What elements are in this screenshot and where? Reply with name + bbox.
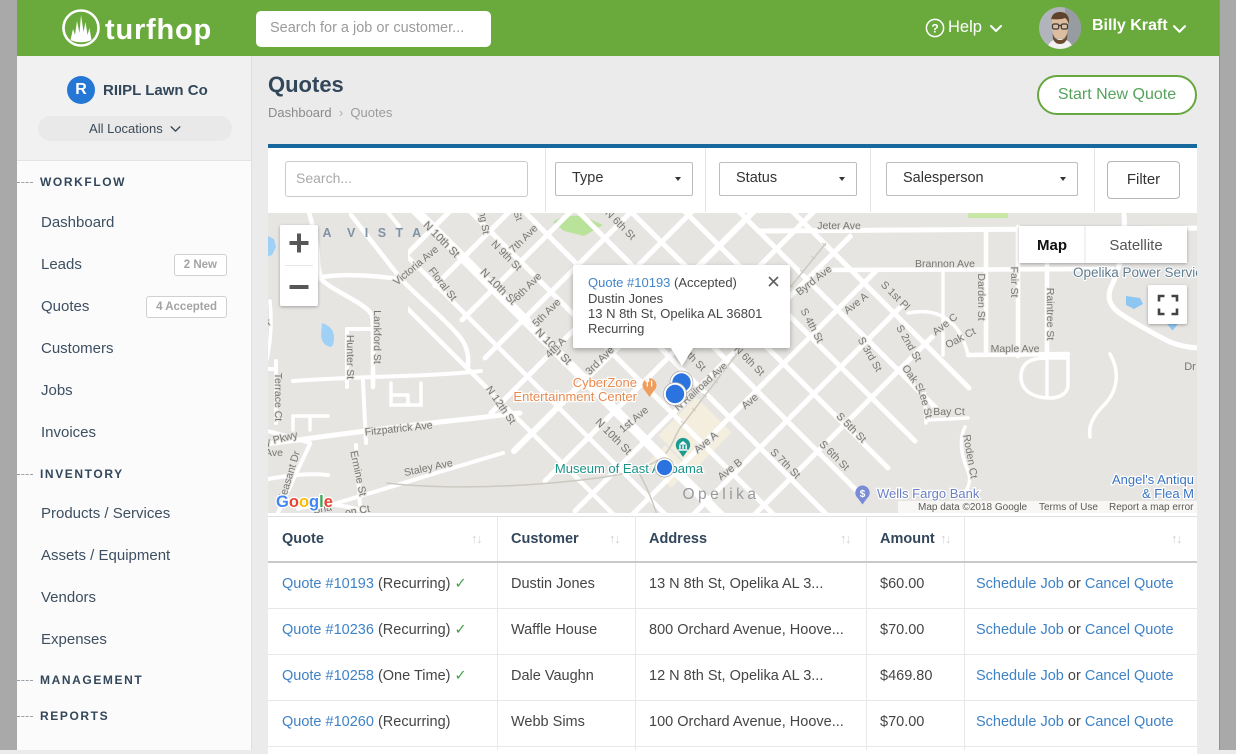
svg-text:Wells Fargo Bank: Wells Fargo Bank (877, 486, 980, 501)
svg-text:CyberZone: CyberZone (573, 375, 637, 390)
svg-text:Opelika: Opelika (682, 486, 759, 503)
svg-text:Quote #10193 (Accepted): Quote #10193 (Accepted) (588, 275, 737, 290)
svg-text:Fair St: Fair St (1008, 267, 1020, 298)
svg-text:Google: Google (276, 493, 333, 511)
svg-text:Terms of Use: Terms of Use (1039, 502, 1098, 513)
svg-text:T A V I S T A: T A V I S T A (306, 226, 424, 240)
svg-text:13 N 8th St, Opelika AL 36801: 13 N 8th St, Opelika AL 36801 (588, 306, 762, 321)
svg-text:Darden St: Darden St (975, 273, 987, 320)
svg-text:turfhop: turfhop (105, 14, 212, 46)
svg-text:Opelika Power Service: Opelika Power Service (1073, 265, 1197, 280)
svg-text:Map data ©2018 Google: Map data ©2018 Google (918, 502, 1028, 513)
svg-text:Brannon Ave: Brannon Ave (915, 258, 975, 270)
svg-text:Dr: Dr (1184, 361, 1196, 373)
svg-text:$: $ (860, 489, 866, 500)
svg-text:Bay Ct: Bay Ct (933, 406, 965, 418)
svg-text:Ave: Ave (268, 447, 283, 459)
svg-text:Map: Map (1037, 237, 1067, 254)
svg-text:Lankford St: Lankford St (371, 310, 383, 364)
svg-text:Terrace Ct: Terrace Ct (272, 373, 284, 422)
svg-text:Dustin Jones: Dustin Jones (588, 291, 664, 306)
svg-text:Maple Ave: Maple Ave (991, 343, 1040, 355)
svg-text:Recurring: Recurring (588, 321, 644, 336)
svg-text:Angel's Antiqu: Angel's Antiqu (1112, 472, 1194, 487)
svg-text:Raintree St: Raintree St (1044, 288, 1056, 341)
svg-text:Entertainment Center: Entertainment Center (513, 389, 637, 404)
svg-text:Hunter St: Hunter St (344, 335, 356, 379)
svg-text:Satellite: Satellite (1109, 237, 1162, 254)
svg-text:Museum of East Alabama: Museum of East Alabama (555, 461, 704, 476)
svg-text:?: ? (931, 22, 938, 36)
svg-text:Report a map error: Report a map error (1109, 502, 1194, 513)
svg-text:Jeter Ave: Jeter Ave (817, 220, 861, 232)
svg-text:& Flea M: & Flea M (1142, 486, 1194, 501)
